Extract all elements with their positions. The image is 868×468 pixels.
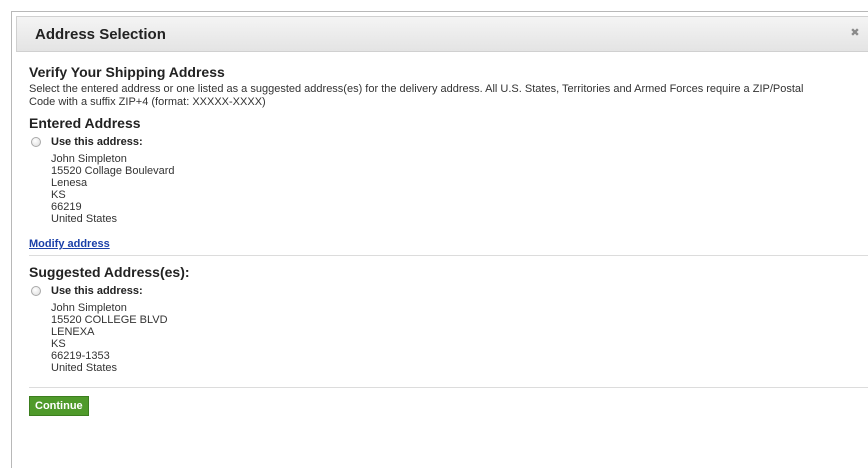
- modify-address-link[interactable]: Modify address: [29, 238, 110, 250]
- address-line: 15520 Collage Boulevard: [51, 165, 175, 177]
- address-line: KS: [51, 189, 66, 201]
- address-line: 66219-1353: [51, 350, 110, 362]
- address-line: KS: [51, 338, 66, 350]
- address-line: 15520 COLLEGE BLVD: [51, 314, 168, 326]
- close-icon[interactable]: ✖: [848, 26, 862, 40]
- address-line: 66219: [51, 201, 82, 213]
- dialog-title: Address Selection: [35, 26, 166, 43]
- address-line: Lenesa: [51, 177, 88, 189]
- entered-address-radio[interactable]: [31, 137, 41, 147]
- suggested-address-radio[interactable]: [31, 286, 41, 296]
- address-line: John Simpleton: [51, 153, 127, 165]
- entered-address-block: John Simpleton 15520 Collage Boulevard L…: [51, 153, 858, 225]
- address-selection-dialog: Address Selection ✖ Verify Your Shipping…: [11, 11, 868, 468]
- continue-button[interactable]: Continue: [29, 396, 89, 416]
- dialog-content: Verify Your Shipping Address Select the …: [29, 64, 868, 416]
- suggested-address-block: John Simpleton 15520 COLLEGE BLVD LENEXA…: [51, 302, 858, 374]
- suggested-address-radio-label[interactable]: Use this address:: [51, 285, 143, 297]
- entered-address-radio-label[interactable]: Use this address:: [51, 136, 143, 148]
- address-line: LENEXA: [51, 326, 95, 338]
- verify-heading: Verify Your Shipping Address: [29, 64, 225, 80]
- divider: [29, 387, 868, 388]
- address-line: United States: [51, 213, 118, 225]
- divider: [29, 255, 868, 256]
- verify-description: Select the entered address or one listed…: [29, 83, 804, 108]
- suggested-address-option[interactable]: Use this address:: [29, 284, 858, 298]
- dialog-titlebar: Address Selection ✖: [16, 16, 868, 52]
- suggested-address-heading: Suggested Address(es):: [29, 264, 190, 280]
- entered-address-heading: Entered Address: [29, 115, 141, 131]
- address-line: John Simpleton: [51, 302, 127, 314]
- entered-address-option[interactable]: Use this address:: [29, 135, 858, 149]
- address-line: United States: [51, 362, 118, 374]
